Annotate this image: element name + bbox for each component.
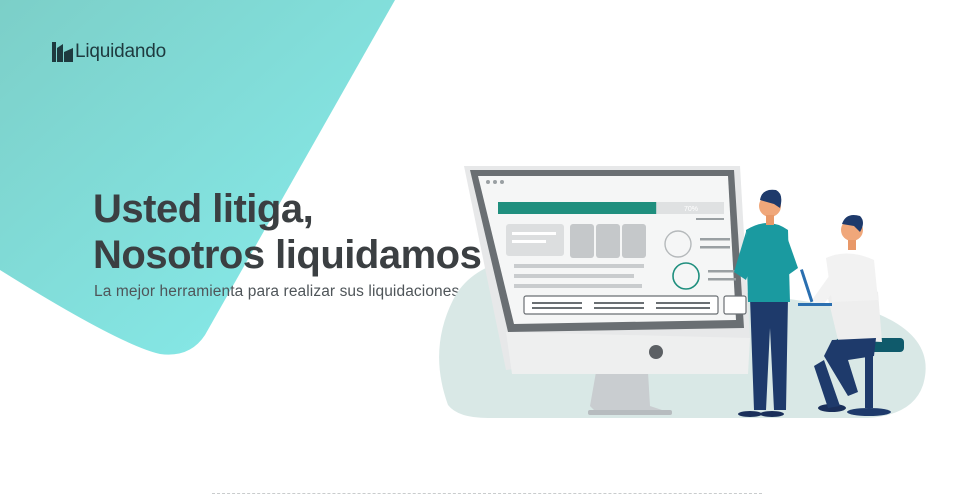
headline-line-2: Nosotros liquidamos xyxy=(93,233,482,277)
progress-label: 70% xyxy=(684,206,698,213)
hero-illustration: 70% xyxy=(439,166,926,418)
hero-subtitle: La mejor herramienta para realizar sus l… xyxy=(94,283,464,300)
hero-headline: Usted litiga, Nosotros liquidamos xyxy=(93,186,482,278)
brand-name: Liquidando xyxy=(75,41,166,62)
progress-fill xyxy=(498,202,657,214)
brand-logo[interactable]: Liquidando xyxy=(52,40,166,64)
section-divider xyxy=(212,493,762,494)
monitor-power-button xyxy=(649,345,663,359)
liquidando-logo-icon xyxy=(52,42,73,62)
headline-line-1: Usted litiga, xyxy=(93,187,314,231)
